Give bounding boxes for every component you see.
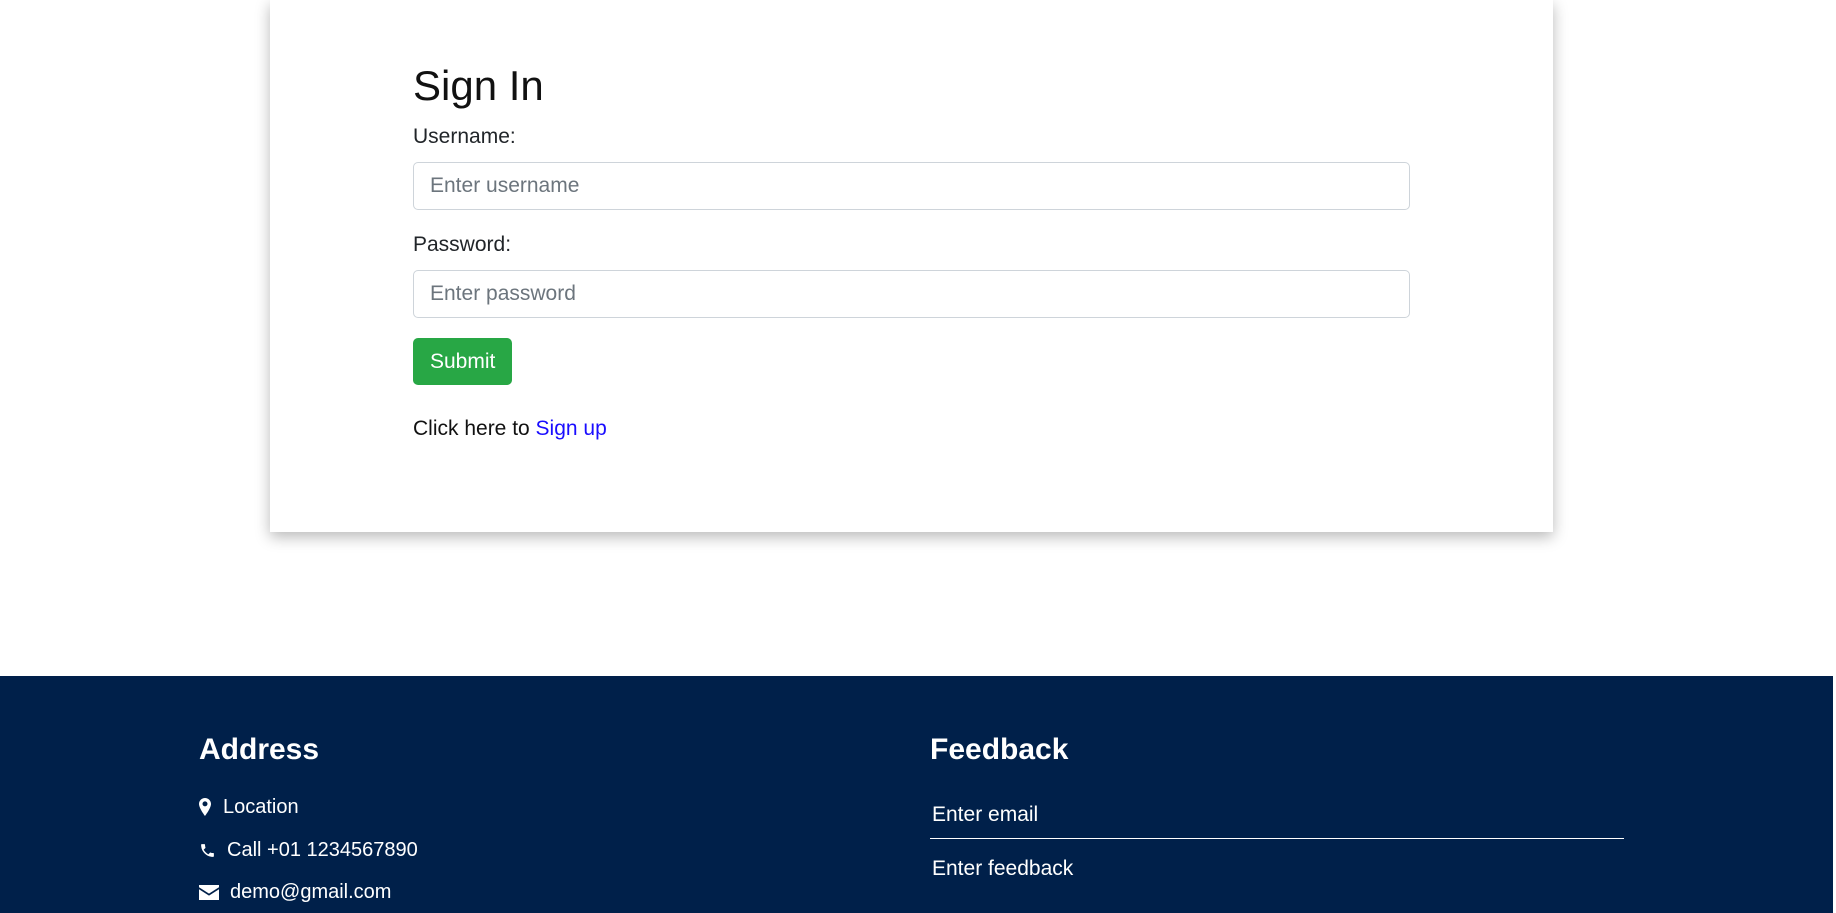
map-marker-icon [199, 798, 223, 816]
address-location-text: Location [223, 795, 299, 818]
phone-icon [199, 842, 227, 859]
password-input[interactable] [413, 270, 1410, 318]
feedback-heading: Feedback [930, 733, 1069, 766]
feedback-text-input[interactable] [930, 849, 1624, 889]
address-phone-text: Call +01 1234567890 [227, 838, 418, 861]
address-location-row: Location [199, 794, 799, 820]
footer-address-section: Address Location Call +01 1234567890 dem… [199, 732, 799, 905]
address-heading: Address [199, 733, 320, 766]
signup-prompt: Click here to Sign up [413, 417, 1410, 441]
signin-form: Sign In Username: Password: Submit Click… [413, 60, 1410, 441]
address-phone-row: Call +01 1234567890 [199, 837, 799, 863]
submit-button[interactable]: Submit [413, 338, 513, 385]
signin-card: Sign In Username: Password: Submit Click… [270, 0, 1553, 532]
password-label: Password: [413, 233, 512, 256]
feedback-email-input[interactable] [930, 792, 1624, 839]
username-input[interactable] [413, 162, 1410, 210]
footer-feedback-section: Feedback [930, 732, 1624, 889]
envelope-icon [199, 884, 230, 900]
address-email-row: demo@gmail.com [199, 879, 799, 905]
page-title: Sign In [413, 62, 544, 109]
address-email-text: demo@gmail.com [230, 880, 392, 903]
username-label: Username: [413, 125, 516, 148]
signup-link[interactable]: Sign up [536, 417, 607, 440]
signup-prefix-text: Click here to [413, 417, 536, 440]
footer: Address Location Call +01 1234567890 dem… [0, 676, 1836, 913]
